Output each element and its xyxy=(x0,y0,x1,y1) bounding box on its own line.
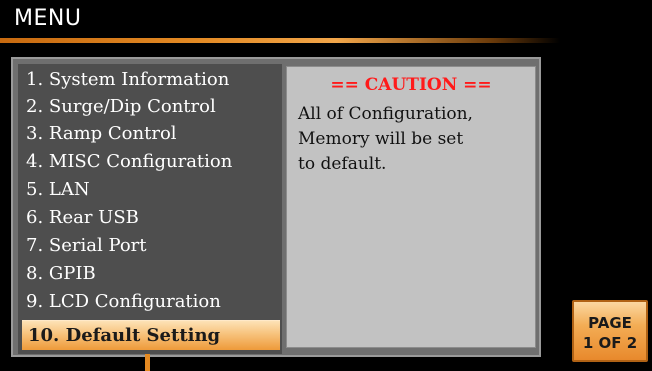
menu-item-ramp-control[interactable]: 3. Ramp Control xyxy=(24,121,280,147)
selection-pointer xyxy=(145,354,150,371)
menu-list: 1. System Information 2. Surge/Dip Contr… xyxy=(18,64,282,354)
menu-item-system-information[interactable]: 1. System Information xyxy=(24,67,280,93)
menu-item-default-setting[interactable]: 10. Default Setting xyxy=(22,320,280,350)
title-underline xyxy=(0,38,560,43)
menu-item-surge-dip-control[interactable]: 2. Surge/Dip Control xyxy=(24,94,280,120)
menu-item-lcd-configuration[interactable]: 9. LCD Configuration xyxy=(24,289,280,315)
menu-item-misc-configuration[interactable]: 4. MISC Configuration xyxy=(24,149,280,175)
page-title: MENU xyxy=(14,6,82,31)
title-bar: MENU xyxy=(0,0,652,38)
page-button-label: PAGE xyxy=(588,314,632,332)
page-button-count: 1 OF 2 xyxy=(582,334,638,352)
caution-heading: == CAUTION == xyxy=(330,75,492,95)
menu-item-gpib[interactable]: 8. GPIB xyxy=(24,261,280,287)
menu-screen: MENU 1. System Information 2. Surge/Dip … xyxy=(0,0,652,371)
menu-item-rear-usb[interactable]: 6. Rear USB xyxy=(24,205,280,231)
info-line-2: Memory will be set xyxy=(298,129,464,149)
menu-item-serial-port[interactable]: 7. Serial Port xyxy=(24,233,280,259)
info-line-3: to default. xyxy=(298,154,387,174)
info-line-1: All of Configuration, xyxy=(298,104,473,124)
info-panel: == CAUTION == All of Configuration, Memo… xyxy=(286,66,536,348)
page-button[interactable]: PAGE 1 OF 2 xyxy=(572,300,648,362)
menu-item-lan[interactable]: 5. LAN xyxy=(24,177,280,203)
